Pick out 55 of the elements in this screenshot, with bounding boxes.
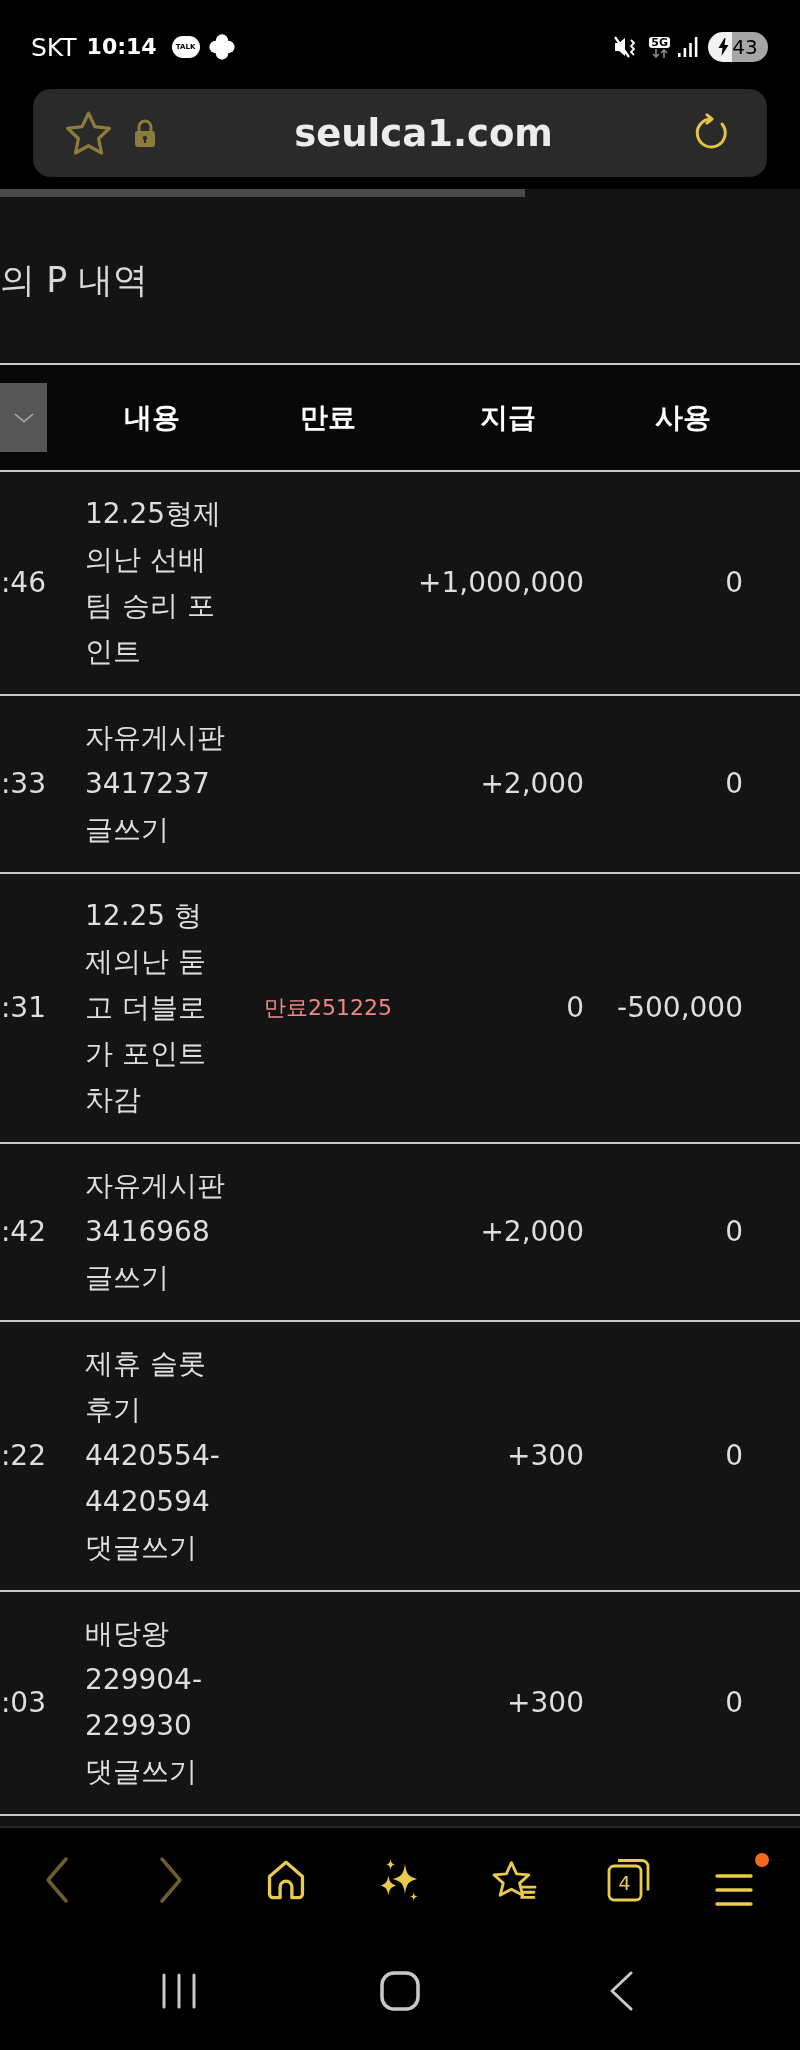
paid-cell: +300 [507, 1689, 584, 1717]
content-cell-text: 자유게시판 3417237 글쓰기 [85, 720, 226, 848]
home-button-icon[interactable] [380, 1971, 420, 2011]
content-cell-text: 자유게시판 3416968 글쓰기 [85, 1168, 226, 1296]
column-header: 만료 [300, 403, 356, 432]
used-cell: 0 [725, 1218, 743, 1246]
star-icon[interactable] [66, 111, 111, 155]
used-cell: 0 [725, 1442, 743, 1470]
clock: 10:14 [86, 36, 157, 58]
content-cell-text: 12.25 형제의난 둗고 더블로 가 포인트 차감 [85, 898, 207, 1118]
paid-cell: +2,000 [480, 1218, 584, 1246]
used-cell: 0 [725, 569, 743, 597]
chevron-down-icon [12, 411, 35, 424]
time-cell: :33 [0, 770, 46, 798]
home-icon[interactable] [265, 1860, 306, 1900]
back-nav-icon[interactable] [608, 1971, 633, 2011]
battery-percent: 43 [732, 37, 758, 57]
lightning-bolt-icon [718, 38, 730, 56]
signal-icon [678, 37, 698, 57]
clover-icon [208, 34, 235, 60]
paid-cell: +300 [507, 1442, 584, 1470]
tabs-button[interactable]: 4 [606, 1858, 651, 1902]
time-cell: :22 [0, 1442, 46, 1470]
star-list-icon[interactable] [491, 1859, 537, 1901]
column-header: 내용 [124, 403, 180, 432]
content-cell-text: 12.25형제의난 선배팀 승리 포인트 [85, 496, 223, 670]
page-title: 의 P 내역 [0, 262, 149, 298]
time-cell: :42 [0, 1218, 46, 1246]
column-header: 사용 [655, 403, 711, 432]
tabs-icon [606, 1858, 651, 1902]
content-cell-text: 제휴 슬롯 후기 4420554-4420594 댓글쓰기 [85, 1346, 221, 1566]
paid-cell: 0 [566, 994, 584, 1022]
paid-cell: +1,000,000 [418, 569, 584, 597]
menu-button[interactable] [714, 1853, 771, 1907]
carrier-name: SKT [31, 34, 77, 60]
url-text[interactable]: seulca1.com [294, 114, 553, 152]
used-cell: -500,000 [617, 994, 743, 1022]
chevron-left-icon [45, 1857, 70, 1903]
network-type-badge: 5G [649, 36, 670, 48]
time-cell: :46 [0, 569, 46, 597]
chevron-right-icon [159, 1857, 184, 1903]
expiry-cell: 만료251225 [264, 997, 392, 1019]
content-cell-text: 배당왕 229904-229930 댓글쓰기 [85, 1616, 203, 1790]
time-cell: :03 [0, 1689, 46, 1717]
address-bar[interactable]: seulca1.com [33, 89, 767, 177]
lock-icon[interactable] [134, 119, 156, 147]
paid-cell: +2,000 [480, 770, 584, 798]
used-cell: 0 [725, 1689, 743, 1717]
column-header: 지급 [480, 403, 536, 432]
recent-apps-icon[interactable] [161, 1973, 198, 2009]
data-arrows-icon [650, 48, 669, 58]
time-cell: :31 [0, 994, 46, 1022]
used-cell: 0 [725, 770, 743, 798]
menu-icon [714, 1873, 753, 1907]
sparkles-icon[interactable] [380, 1859, 420, 1901]
